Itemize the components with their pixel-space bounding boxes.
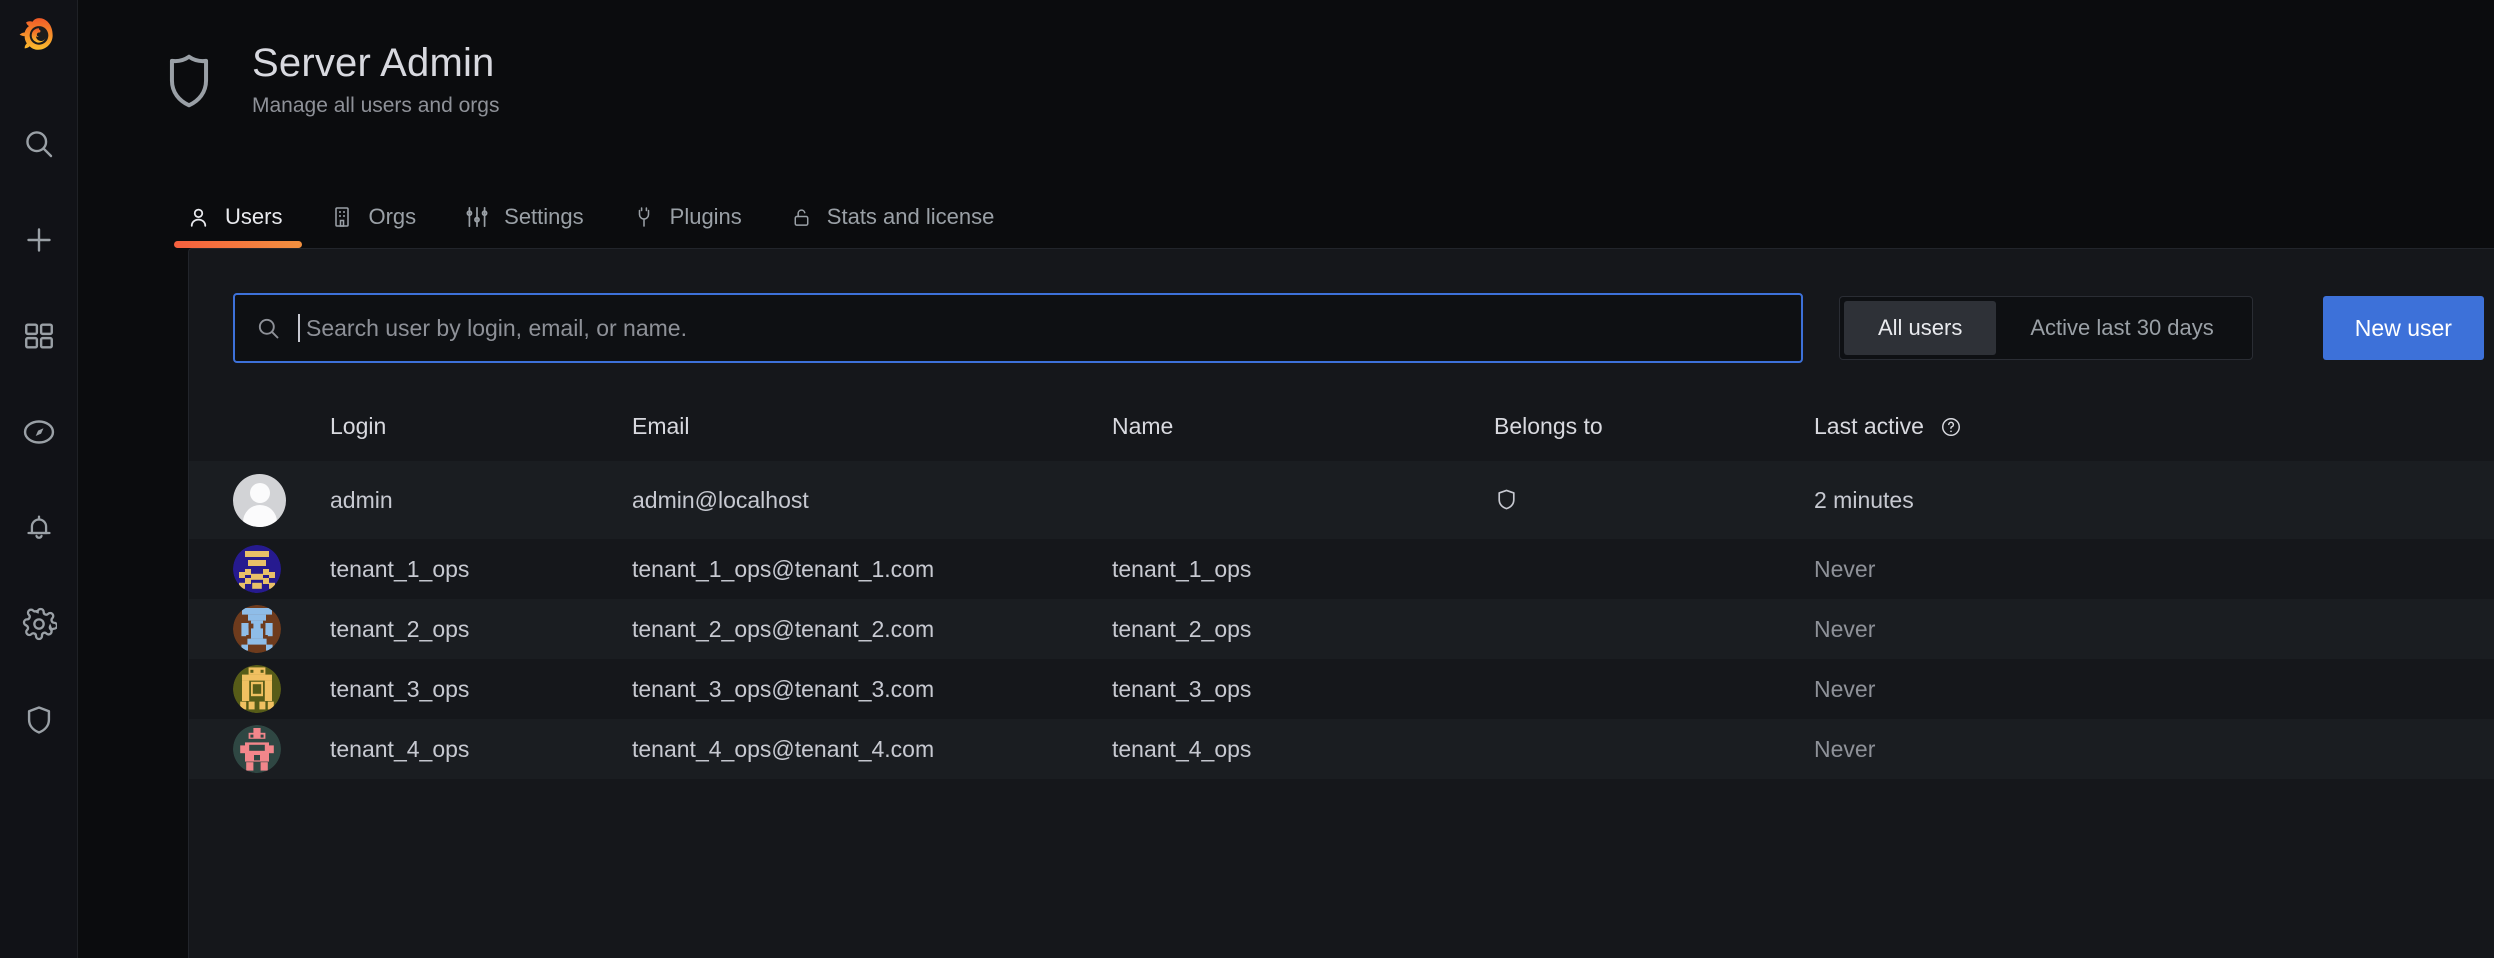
column-header-last-active: Last active xyxy=(1814,413,2494,440)
sliders-icon xyxy=(464,204,490,230)
page-title: Server Admin xyxy=(252,41,495,85)
plug-icon xyxy=(632,205,656,229)
avatar xyxy=(233,545,330,593)
user-icon xyxy=(186,205,211,230)
filter-all-users[interactable]: All users xyxy=(1844,301,1997,355)
filter-label: Active last 30 days xyxy=(2030,315,2214,340)
main-sidebar xyxy=(0,0,78,958)
cell-last-active: Never xyxy=(1814,735,1876,762)
shield-icon xyxy=(1494,487,1519,513)
tab-label: Users xyxy=(225,204,283,229)
users-table: Login Email Name Belongs to Last active xyxy=(189,391,2494,779)
sidebar-item-create[interactable] xyxy=(0,192,78,288)
user-filter-radio-group: All users Active last 30 days xyxy=(1839,296,2253,360)
shield-icon xyxy=(22,703,56,737)
tab-users[interactable]: Users xyxy=(166,204,310,248)
tab-label: Stats and license xyxy=(826,204,995,229)
search-placeholder: Search user by login, email, or name. xyxy=(306,314,687,341)
cell-last-active: Never xyxy=(1814,675,1876,702)
gear-icon xyxy=(21,606,57,642)
column-header-last-active-label: Last active xyxy=(1814,412,1924,439)
page-subtitle: Manage all users and orgs xyxy=(252,94,500,117)
tab-label: Plugins xyxy=(669,204,742,229)
page-header: Server Admin Manage all users and orgs xyxy=(78,0,2494,180)
table-row[interactable]: tenant_1_ops tenant_1_ops@tenant_1.com t… xyxy=(189,539,2494,599)
compass-icon xyxy=(21,414,57,450)
column-header-belongs-to: Belongs to xyxy=(1494,412,1603,439)
cell-last-active: Never xyxy=(1814,555,1876,582)
avatar xyxy=(233,473,330,527)
sidebar-item-search[interactable] xyxy=(0,96,78,192)
help-circle-icon[interactable] xyxy=(1940,416,1962,438)
search-icon xyxy=(21,126,57,162)
identicon-teal xyxy=(233,725,281,773)
cell-login: tenant_2_ops xyxy=(330,615,470,642)
cell-email: tenant_2_ops@tenant_2.com xyxy=(632,615,935,642)
cell-name: tenant_3_ops xyxy=(1112,675,1252,702)
sidebar-item-server-admin[interactable] xyxy=(0,672,78,768)
admin-tabs: Users Orgs Settings Plugins Stats and li… xyxy=(78,180,2494,248)
sidebar-item-alerting[interactable] xyxy=(0,480,78,576)
table-row[interactable]: tenant_3_ops tenant_3_ops@tenant_3.com t… xyxy=(189,659,2494,719)
table-row[interactable]: tenant_2_ops tenant_2_ops@tenant_2.com t… xyxy=(189,599,2494,659)
cell-login: admin xyxy=(330,486,393,513)
cell-name: tenant_1_ops xyxy=(1112,555,1252,582)
tab-stats-and-license[interactable]: Stats and license xyxy=(770,204,1023,248)
cell-name: tenant_4_ops xyxy=(1112,735,1252,762)
column-header-email: Email xyxy=(632,412,690,439)
grafana-logo[interactable] xyxy=(0,0,78,78)
table-header-row: Login Email Name Belongs to Last active xyxy=(189,391,2494,461)
avatar xyxy=(233,725,330,773)
tab-orgs[interactable]: Orgs xyxy=(310,204,444,248)
avatar xyxy=(233,605,330,653)
column-header-login: Login xyxy=(330,412,387,439)
cell-last-active: 2 minutes xyxy=(1814,486,1914,513)
default-user-gravatar xyxy=(233,473,286,527)
cell-belongs-to xyxy=(1494,487,1814,513)
table-row[interactable]: admin admin@localhost 2 minutes xyxy=(189,461,2494,539)
search-icon xyxy=(255,315,282,342)
tab-label: Settings xyxy=(504,204,584,229)
sidebar-item-explore[interactable] xyxy=(0,384,78,480)
main-content: Server Admin Manage all users and orgs U… xyxy=(78,0,2494,958)
cell-email: tenant_4_ops@tenant_4.com xyxy=(632,735,935,762)
cell-name: tenant_2_ops xyxy=(1112,615,1252,642)
tab-label: Orgs xyxy=(368,204,417,229)
cell-login: tenant_1_ops xyxy=(330,555,470,582)
identicon-brown xyxy=(233,605,281,653)
grafana-app: Server Admin Manage all users and orgs U… xyxy=(0,0,2494,958)
cell-email: tenant_3_ops@tenant_3.com xyxy=(632,675,935,702)
column-header-name: Name xyxy=(1112,412,1174,439)
filter-active-last-30-days[interactable]: Active last 30 days xyxy=(1996,301,2247,355)
cell-login: tenant_4_ops xyxy=(330,735,470,762)
table-row[interactable]: tenant_4_ops tenant_4_ops@tenant_4.com t… xyxy=(189,719,2494,779)
search-input[interactable]: Search user by login, email, or name. xyxy=(233,293,1803,363)
sidebar-item-configuration[interactable] xyxy=(0,576,78,672)
tab-plugins[interactable]: Plugins xyxy=(612,204,770,248)
identicon-indigo xyxy=(233,545,281,593)
cell-login: tenant_3_ops xyxy=(330,675,470,702)
identicon-olive xyxy=(233,665,281,713)
dashboards-icon xyxy=(22,319,56,353)
plus-icon xyxy=(21,222,57,258)
unlock-icon xyxy=(790,206,813,229)
tab-settings[interactable]: Settings xyxy=(444,204,612,248)
shield-icon xyxy=(158,42,220,119)
building-icon xyxy=(330,205,354,229)
avatar xyxy=(233,665,330,713)
new-user-button[interactable]: New user xyxy=(2322,296,2484,360)
sidebar-item-dashboards[interactable] xyxy=(0,288,78,384)
users-panel: Search user by login, email, or name. Al… xyxy=(188,248,2494,958)
cell-email: admin@localhost xyxy=(632,486,809,513)
bell-icon xyxy=(22,511,56,545)
cell-email: tenant_1_ops@tenant_1.com xyxy=(632,555,935,582)
filter-label: All users xyxy=(1878,315,1963,340)
users-toolbar: Search user by login, email, or name. Al… xyxy=(189,293,2494,363)
cell-last-active: Never xyxy=(1814,615,1876,642)
text-cursor xyxy=(298,314,300,342)
